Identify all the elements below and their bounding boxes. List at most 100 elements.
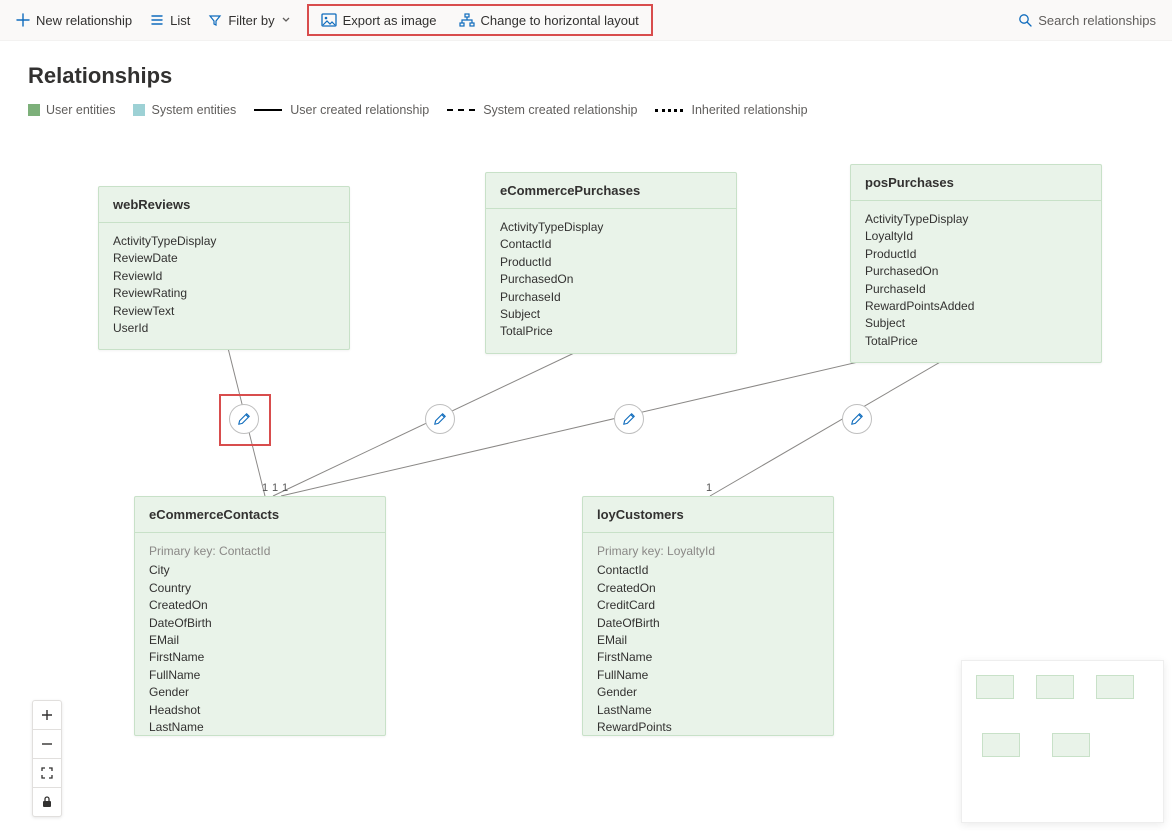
- entity-attribute: PurchaseId: [865, 281, 1087, 298]
- minimap-entity: [1096, 675, 1134, 699]
- toolbar: New relationship List Filter by Export a…: [0, 0, 1172, 41]
- entity-attribute: ContactId: [500, 236, 722, 253]
- entity-attribute: ProductId: [865, 246, 1087, 263]
- filter-icon: [208, 13, 222, 27]
- entity-attrs: Primary key: ContactId CityCountryCreate…: [135, 533, 385, 735]
- entity-attribute: EMail: [149, 632, 371, 649]
- change-layout-button[interactable]: Change to horizontal layout: [453, 1, 645, 39]
- edit-relationship-button[interactable]: [842, 404, 872, 434]
- expand-icon: [41, 767, 53, 779]
- lock-icon: [41, 796, 53, 808]
- new-relationship-label: New relationship: [36, 13, 132, 28]
- cardinality-one: 1: [262, 482, 268, 494]
- edit-relationship-button[interactable]: [614, 404, 644, 434]
- cardinality-one: 1: [706, 482, 712, 494]
- minimap-entity: [1036, 675, 1074, 699]
- entity-attrs: ActivityTypeDisplayLoyaltyIdProductIdPur…: [851, 201, 1101, 362]
- entity-attribute: Gender: [597, 684, 819, 701]
- entity-attribute: ActivityTypeDisplay: [113, 233, 335, 250]
- zoom-controls: [32, 700, 62, 817]
- zoom-in-button[interactable]: [33, 701, 61, 730]
- entity-attribute: PurchaseId: [500, 289, 722, 306]
- entity-attribute: CreatedOn: [149, 597, 371, 614]
- entity-attribute: CreatedOn: [597, 580, 819, 597]
- minus-icon: [41, 738, 53, 750]
- cardinality-one: 1: [272, 482, 278, 494]
- entity-attribute: TotalPrice: [865, 333, 1087, 350]
- zoom-out-button[interactable]: [33, 730, 61, 759]
- chevron-down-icon: [281, 15, 291, 25]
- entity-attribute: EMail: [597, 632, 819, 649]
- entity-loycustomers[interactable]: loyCustomers Primary key: LoyaltyId Cont…: [582, 496, 834, 736]
- entity-attribute: FullName: [597, 667, 819, 684]
- minimap[interactable]: [961, 660, 1164, 823]
- entity-attribute: DateOfBirth: [149, 615, 371, 632]
- entity-title: posPurchases: [851, 165, 1101, 201]
- entity-attribute: PurchasedOn: [500, 271, 722, 288]
- entity-attribute: CreditCard: [597, 597, 819, 614]
- entity-attribute: UserId: [113, 320, 335, 337]
- export-image-button[interactable]: Export as image: [315, 1, 443, 39]
- entity-webreviews[interactable]: webReviews ActivityTypeDisplayReviewDate…: [98, 186, 350, 350]
- edit-relationship-button[interactable]: [229, 404, 259, 434]
- pencil-icon: [433, 412, 447, 426]
- entity-ecommercecontacts[interactable]: eCommerceContacts Primary key: ContactId…: [134, 496, 386, 736]
- entity-ecommercepurchases[interactable]: eCommercePurchases ActivityTypeDisplayCo…: [485, 172, 737, 354]
- export-label: Export as image: [343, 13, 437, 28]
- entity-attrs: ActivityTypeDisplayContactIdProductIdPur…: [486, 209, 736, 353]
- search-placeholder: Search relationships: [1038, 13, 1156, 28]
- list-label: List: [170, 13, 190, 28]
- page-header: Relationships User entities System entit…: [0, 41, 1172, 117]
- list-icon: [150, 13, 164, 27]
- entity-attribute: FirstName: [149, 649, 371, 666]
- entity-attribute: ReviewText: [113, 303, 335, 320]
- search-relationships[interactable]: Search relationships: [1018, 13, 1156, 28]
- cardinality-one: 1: [282, 482, 288, 494]
- legend-system-rel: System created relationship: [447, 103, 637, 117]
- page-title: Relationships: [28, 63, 1144, 89]
- image-icon: [321, 13, 337, 27]
- entity-attribute: ProductId: [500, 254, 722, 271]
- entity-attribute: PurchasedOn: [865, 263, 1087, 280]
- entity-pospurchases[interactable]: posPurchases ActivityTypeDisplayLoyaltyI…: [850, 164, 1102, 363]
- list-button[interactable]: List: [144, 1, 196, 39]
- entity-attribute: ContactId: [597, 562, 819, 579]
- entity-attribute: RewardPointsAdded: [865, 298, 1087, 315]
- minimap-entity: [1052, 733, 1090, 757]
- entity-attribute: LoyaltyId: [865, 228, 1087, 245]
- legend: User entities System entities User creat…: [28, 103, 1144, 117]
- entity-title: loyCustomers: [583, 497, 833, 533]
- entity-attribute: RewardPoints: [597, 719, 819, 735]
- search-icon: [1018, 13, 1032, 27]
- diagram-canvas[interactable]: * * * * 1 1 1 1 webReviews ActivityTypeD…: [0, 156, 1172, 831]
- edit-relationship-button[interactable]: [425, 404, 455, 434]
- new-relationship-button[interactable]: New relationship: [10, 1, 138, 39]
- minimap-entity: [982, 733, 1020, 757]
- legend-system-entities: System entities: [133, 103, 236, 117]
- entity-attribute: City: [149, 562, 371, 579]
- toolbar-highlight: Export as image Change to horizontal lay…: [307, 4, 653, 36]
- plus-icon: [41, 709, 53, 721]
- entity-title: eCommercePurchases: [486, 173, 736, 209]
- entity-attribute: Subject: [865, 315, 1087, 332]
- legend-inherited-rel: Inherited relationship: [655, 103, 807, 117]
- entity-attribute: ActivityTypeDisplay: [865, 211, 1087, 228]
- entity-attribute: ReviewRating: [113, 285, 335, 302]
- pencil-icon: [850, 412, 864, 426]
- lock-layout-button[interactable]: [33, 788, 61, 816]
- entity-attribute: Subject: [500, 306, 722, 323]
- entity-attribute: LastName: [597, 702, 819, 719]
- entity-attribute: ReviewDate: [113, 250, 335, 267]
- legend-user-rel: User created relationship: [254, 103, 429, 117]
- entity-attribute: Country: [149, 580, 371, 597]
- entity-attribute: ReviewId: [113, 268, 335, 285]
- filter-by-button[interactable]: Filter by: [202, 1, 296, 39]
- entity-attribute: FullName: [149, 667, 371, 684]
- layout-label: Change to horizontal layout: [481, 13, 639, 28]
- entity-attribute: TotalPrice: [500, 323, 722, 340]
- fit-to-screen-button[interactable]: [33, 759, 61, 788]
- hierarchy-icon: [459, 13, 475, 27]
- entity-attribute: FirstName: [597, 649, 819, 666]
- entity-title: webReviews: [99, 187, 349, 223]
- entity-attribute: Headshot: [149, 702, 371, 719]
